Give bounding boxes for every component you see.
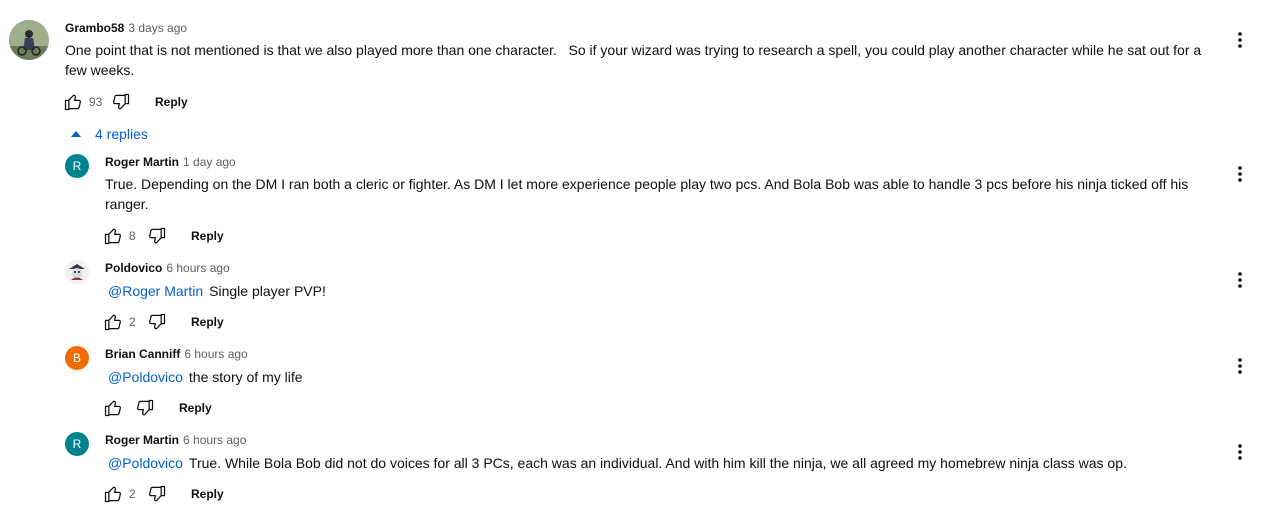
dislike-button[interactable] [145, 310, 169, 334]
like-count: 2 [129, 315, 136, 329]
reply-button[interactable]: Reply [191, 487, 224, 501]
comment-author[interactable]: Poldovico 6 hours ago [105, 261, 230, 275]
more-options-icon [1238, 32, 1242, 48]
comment-text: @Roger Martin Single player PVP! [108, 281, 1208, 301]
avatar[interactable] [9, 20, 49, 60]
comment-text-body: Single player PVP! [209, 283, 326, 299]
comment-timestamp[interactable]: 1 day ago [183, 155, 236, 169]
avatar-letter: B [72, 351, 81, 365]
like-button[interactable] [101, 224, 125, 248]
author-name[interactable]: Roger Martin [105, 155, 179, 169]
comment-author[interactable]: Roger Martin 1 day ago [105, 155, 236, 169]
dislike-button[interactable] [145, 224, 169, 248]
author-name[interactable]: Poldovico [105, 261, 162, 275]
avatar-letter: R [72, 437, 82, 451]
dislike-button[interactable] [133, 396, 157, 420]
comment-author[interactable]: Grambo58 3 days ago [65, 21, 187, 35]
like-count: 8 [129, 229, 136, 243]
like-icon [104, 228, 121, 245]
author-name[interactable]: Brian Canniff [105, 347, 180, 361]
comment-author[interactable]: Roger Martin 6 hours ago [105, 433, 246, 447]
reply-button[interactable]: Reply [155, 95, 188, 109]
comment-text-line: few weeks. [65, 62, 135, 78]
author-name[interactable]: Roger Martin [105, 433, 179, 447]
comment-text: @Poldovico True. While Bola Bob did not d… [108, 453, 1218, 473]
dislike-button[interactable] [109, 90, 133, 114]
comment-text-body: True. While Bola Bob did not do voices f… [188, 455, 1127, 471]
reply-button[interactable]: Reply [179, 401, 212, 415]
avatar[interactable]: R [65, 154, 89, 178]
chevron-up-icon [71, 131, 81, 137]
more-options-icon [1238, 358, 1242, 374]
comment-actions: 8 Reply [101, 224, 224, 248]
like-button[interactable] [61, 90, 85, 114]
comment-text-body: the story of my life [188, 369, 303, 385]
comment-text: @Poldovico the story of my life [108, 367, 1208, 387]
more-options-icon [1238, 444, 1242, 460]
more-options-button[interactable] [1228, 162, 1252, 186]
like-icon [64, 94, 81, 111]
more-options-icon [1238, 166, 1242, 182]
comment-text-line: One point that is not mentioned is that … [65, 42, 1202, 58]
like-button[interactable] [101, 396, 125, 420]
more-options-button[interactable] [1228, 440, 1252, 464]
mention-link[interactable]: @Poldovico [108, 455, 183, 471]
comment-actions: 2 Reply [101, 310, 224, 334]
like-count: 93 [89, 95, 103, 109]
like-icon [104, 486, 121, 503]
comment-timestamp[interactable]: 6 hours ago [166, 261, 229, 275]
avatar-image [9, 20, 49, 60]
reply-button[interactable]: Reply [191, 315, 224, 329]
avatar-image [65, 260, 89, 284]
avatar[interactable]: B [65, 346, 89, 370]
comment-text: True. Depending on the DM I ran both a c… [105, 174, 1205, 214]
reply-button[interactable]: Reply [191, 229, 224, 243]
author-name[interactable]: Grambo58 [65, 21, 124, 35]
like-icon [104, 400, 121, 417]
avatar-letter: R [72, 159, 82, 173]
like-count: 2 [129, 487, 136, 501]
like-button[interactable] [101, 310, 125, 334]
replies-count-label[interactable]: 4 replies [95, 126, 148, 142]
replies-toggle-button[interactable]: 4 replies [68, 126, 148, 142]
dislike-icon [113, 93, 130, 110]
comment-text: One point that is not mentioned is that … [65, 40, 1215, 80]
dislike-icon [149, 485, 166, 502]
comment-actions: 2 Reply [101, 482, 224, 506]
more-options-button[interactable] [1228, 268, 1252, 292]
mention-link[interactable]: @Poldovico [108, 369, 183, 385]
comment-author[interactable]: Brian Canniff 6 hours ago [105, 347, 248, 361]
dislike-icon [149, 313, 166, 330]
avatar[interactable]: R [65, 432, 89, 456]
comment-actions: 93 Reply [61, 90, 188, 114]
like-button[interactable] [101, 482, 125, 506]
dislike-button[interactable] [145, 482, 169, 506]
mention-link[interactable]: @Roger Martin [108, 283, 203, 299]
comment-text-line: ranger. [105, 196, 149, 212]
comment-actions: Reply [101, 396, 212, 420]
like-icon [104, 314, 121, 331]
more-options-button[interactable] [1228, 28, 1252, 52]
dislike-icon [137, 399, 154, 416]
dislike-icon [149, 227, 166, 244]
comment-timestamp[interactable]: 6 hours ago [183, 433, 246, 447]
comment-text-line: True. Depending on the DM I ran both a c… [105, 176, 1189, 192]
more-options-button[interactable] [1228, 354, 1252, 378]
more-options-icon [1238, 272, 1242, 288]
avatar[interactable] [65, 260, 89, 284]
comment-timestamp[interactable]: 6 hours ago [184, 347, 247, 361]
comment-timestamp[interactable]: 3 days ago [128, 21, 187, 35]
